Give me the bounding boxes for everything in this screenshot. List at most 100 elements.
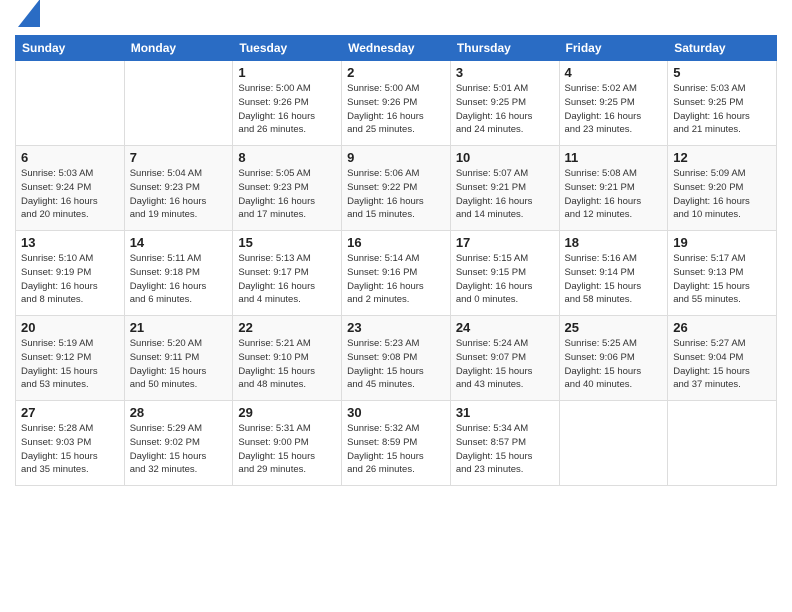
day-detail: Sunrise: 5:09 AM Sunset: 9:20 PM Dayligh… <box>673 167 771 222</box>
weekday-header-sunday: Sunday <box>16 36 125 61</box>
day-detail: Sunrise: 5:13 AM Sunset: 9:17 PM Dayligh… <box>238 252 336 307</box>
calendar-cell: 30 Sunrise: 5:32 AM Sunset: 8:59 PM Dayli… <box>342 401 451 486</box>
calendar-cell: 25 Sunrise: 5:25 AM Sunset: 9:06 PM Dayli… <box>559 316 668 401</box>
day-detail: Sunrise: 5:24 AM Sunset: 9:07 PM Dayligh… <box>456 337 554 392</box>
weekday-header-saturday: Saturday <box>668 36 777 61</box>
calendar-cell: 27 Sunrise: 5:28 AM Sunset: 9:03 PM Dayli… <box>16 401 125 486</box>
day-detail: Sunrise: 5:14 AM Sunset: 9:16 PM Dayligh… <box>347 252 445 307</box>
day-detail: Sunrise: 5:31 AM Sunset: 9:00 PM Dayligh… <box>238 422 336 477</box>
day-number: 12 <box>673 150 771 165</box>
page-container: SundayMondayTuesdayWednesdayThursdayFrid… <box>0 0 792 496</box>
calendar-cell: 8 Sunrise: 5:05 AM Sunset: 9:23 PM Daylig… <box>233 146 342 231</box>
day-detail: Sunrise: 5:17 AM Sunset: 9:13 PM Dayligh… <box>673 252 771 307</box>
day-detail: Sunrise: 5:08 AM Sunset: 9:21 PM Dayligh… <box>565 167 663 222</box>
calendar-cell: 12 Sunrise: 5:09 AM Sunset: 9:20 PM Dayli… <box>668 146 777 231</box>
day-detail: Sunrise: 5:06 AM Sunset: 9:22 PM Dayligh… <box>347 167 445 222</box>
day-number: 15 <box>238 235 336 250</box>
day-number: 21 <box>130 320 228 335</box>
day-detail: Sunrise: 5:03 AM Sunset: 9:24 PM Dayligh… <box>21 167 119 222</box>
calendar-cell: 19 Sunrise: 5:17 AM Sunset: 9:13 PM Dayli… <box>668 231 777 316</box>
day-detail: Sunrise: 5:20 AM Sunset: 9:11 PM Dayligh… <box>130 337 228 392</box>
calendar-cell: 17 Sunrise: 5:15 AM Sunset: 9:15 PM Dayli… <box>450 231 559 316</box>
day-detail: Sunrise: 5:28 AM Sunset: 9:03 PM Dayligh… <box>21 422 119 477</box>
day-number: 26 <box>673 320 771 335</box>
day-number: 2 <box>347 65 445 80</box>
day-detail: Sunrise: 5:23 AM Sunset: 9:08 PM Dayligh… <box>347 337 445 392</box>
day-number: 23 <box>347 320 445 335</box>
calendar-cell: 11Sunrise: 5:08 AM Sunset: 9:21 PM Dayli… <box>559 146 668 231</box>
day-number: 17 <box>456 235 554 250</box>
calendar-cell: 20Sunrise: 5:19 AM Sunset: 9:12 PM Dayli… <box>16 316 125 401</box>
day-number: 3 <box>456 65 554 80</box>
day-number: 22 <box>238 320 336 335</box>
calendar-cell: 29Sunrise: 5:31 AM Sunset: 9:00 PM Dayli… <box>233 401 342 486</box>
day-number: 18 <box>565 235 663 250</box>
day-number: 27 <box>21 405 119 420</box>
calendar-cell: 26 Sunrise: 5:27 AM Sunset: 9:04 PM Dayli… <box>668 316 777 401</box>
calendar-table: SundayMondayTuesdayWednesdayThursdayFrid… <box>15 35 777 486</box>
day-number: 28 <box>130 405 228 420</box>
logo <box>15 15 40 27</box>
day-detail: Sunrise: 5:03 AM Sunset: 9:25 PM Dayligh… <box>673 82 771 137</box>
day-number: 10 <box>456 150 554 165</box>
day-detail: Sunrise: 5:15 AM Sunset: 9:15 PM Dayligh… <box>456 252 554 307</box>
calendar-cell <box>559 401 668 486</box>
calendar-cell <box>668 401 777 486</box>
calendar-cell: 15 Sunrise: 5:13 AM Sunset: 9:17 PM Dayli… <box>233 231 342 316</box>
day-detail: Sunrise: 5:00 AM Sunset: 9:26 PM Dayligh… <box>238 82 336 137</box>
day-detail: Sunrise: 5:10 AM Sunset: 9:19 PM Dayligh… <box>21 252 119 307</box>
day-number: 13 <box>21 235 119 250</box>
day-number: 7 <box>130 150 228 165</box>
weekday-header-wednesday: Wednesday <box>342 36 451 61</box>
weekday-header-thursday: Thursday <box>450 36 559 61</box>
calendar-cell: 31 Sunrise: 5:34 AM Sunset: 8:57 PM Dayli… <box>450 401 559 486</box>
day-number: 5 <box>673 65 771 80</box>
day-number: 16 <box>347 235 445 250</box>
calendar-week-1: 1Sunrise: 5:00 AM Sunset: 9:26 PM Daylig… <box>16 61 777 146</box>
day-detail: Sunrise: 5:16 AM Sunset: 9:14 PM Dayligh… <box>565 252 663 307</box>
weekday-header-row: SundayMondayTuesdayWednesdayThursdayFrid… <box>16 36 777 61</box>
calendar-cell: 1Sunrise: 5:00 AM Sunset: 9:26 PM Daylig… <box>233 61 342 146</box>
day-number: 9 <box>347 150 445 165</box>
calendar-cell: 18 Sunrise: 5:16 AM Sunset: 9:14 PM Dayli… <box>559 231 668 316</box>
day-number: 14 <box>130 235 228 250</box>
header <box>15 10 777 27</box>
day-number: 30 <box>347 405 445 420</box>
calendar-week-2: 6 Sunrise: 5:03 AM Sunset: 9:24 PM Daylig… <box>16 146 777 231</box>
day-detail: Sunrise: 5:21 AM Sunset: 9:10 PM Dayligh… <box>238 337 336 392</box>
calendar-cell: 13 Sunrise: 5:10 AM Sunset: 9:19 PM Dayli… <box>16 231 125 316</box>
day-number: 25 <box>565 320 663 335</box>
weekday-header-monday: Monday <box>124 36 233 61</box>
day-number: 20 <box>21 320 119 335</box>
day-detail: Sunrise: 5:32 AM Sunset: 8:59 PM Dayligh… <box>347 422 445 477</box>
calendar-cell: 5 Sunrise: 5:03 AM Sunset: 9:25 PM Daylig… <box>668 61 777 146</box>
calendar-cell: 2 Sunrise: 5:00 AM Sunset: 9:26 PM Daylig… <box>342 61 451 146</box>
calendar-cell: 6 Sunrise: 5:03 AM Sunset: 9:24 PM Daylig… <box>16 146 125 231</box>
logo-icon <box>18 0 40 27</box>
day-detail: Sunrise: 5:27 AM Sunset: 9:04 PM Dayligh… <box>673 337 771 392</box>
calendar-cell: 22 Sunrise: 5:21 AM Sunset: 9:10 PM Dayli… <box>233 316 342 401</box>
calendar-week-4: 20Sunrise: 5:19 AM Sunset: 9:12 PM Dayli… <box>16 316 777 401</box>
day-detail: Sunrise: 5:05 AM Sunset: 9:23 PM Dayligh… <box>238 167 336 222</box>
calendar-cell: 4Sunrise: 5:02 AM Sunset: 9:25 PM Daylig… <box>559 61 668 146</box>
day-number: 6 <box>21 150 119 165</box>
calendar-cell: 10 Sunrise: 5:07 AM Sunset: 9:21 PM Dayli… <box>450 146 559 231</box>
day-detail: Sunrise: 5:07 AM Sunset: 9:21 PM Dayligh… <box>456 167 554 222</box>
day-detail: Sunrise: 5:34 AM Sunset: 8:57 PM Dayligh… <box>456 422 554 477</box>
calendar-cell: 23 Sunrise: 5:23 AM Sunset: 9:08 PM Dayli… <box>342 316 451 401</box>
day-detail: Sunrise: 5:00 AM Sunset: 9:26 PM Dayligh… <box>347 82 445 137</box>
calendar-cell: 28 Sunrise: 5:29 AM Sunset: 9:02 PM Dayli… <box>124 401 233 486</box>
day-number: 8 <box>238 150 336 165</box>
day-detail: Sunrise: 5:25 AM Sunset: 9:06 PM Dayligh… <box>565 337 663 392</box>
day-detail: Sunrise: 5:02 AM Sunset: 9:25 PM Dayligh… <box>565 82 663 137</box>
calendar-cell: 9 Sunrise: 5:06 AM Sunset: 9:22 PM Daylig… <box>342 146 451 231</box>
day-detail: Sunrise: 5:04 AM Sunset: 9:23 PM Dayligh… <box>130 167 228 222</box>
day-detail: Sunrise: 5:29 AM Sunset: 9:02 PM Dayligh… <box>130 422 228 477</box>
weekday-header-tuesday: Tuesday <box>233 36 342 61</box>
calendar-week-3: 13 Sunrise: 5:10 AM Sunset: 9:19 PM Dayli… <box>16 231 777 316</box>
day-number: 31 <box>456 405 554 420</box>
calendar-cell: 16 Sunrise: 5:14 AM Sunset: 9:16 PM Dayli… <box>342 231 451 316</box>
calendar-cell: 7 Sunrise: 5:04 AM Sunset: 9:23 PM Daylig… <box>124 146 233 231</box>
day-number: 19 <box>673 235 771 250</box>
calendar-cell: 21 Sunrise: 5:20 AM Sunset: 9:11 PM Dayli… <box>124 316 233 401</box>
